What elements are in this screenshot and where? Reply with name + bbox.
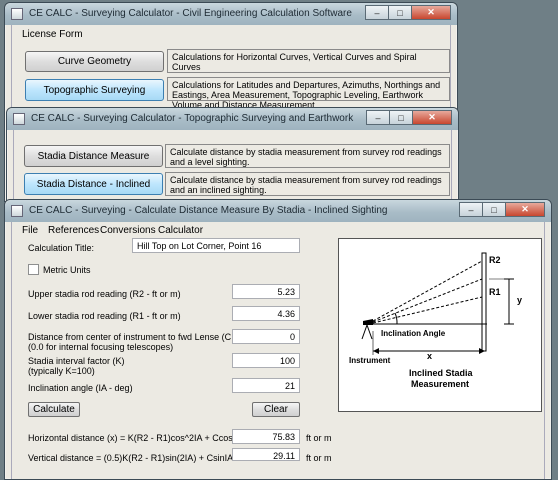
topo-window-title: CE CALC - Surveying Calculator - Topogra…	[31, 113, 354, 124]
stadia-window-title: CE CALC - Surveying - Calculate Distance…	[29, 205, 388, 216]
inclined-stadia-diagram: R2 R1 y Inclination Angle x Instrument I…	[338, 238, 542, 412]
maximize-icon[interactable]: □	[389, 110, 413, 125]
horizontal-distance-unit: ft or m	[306, 433, 332, 443]
metric-units-label: Metric Units	[43, 265, 91, 275]
stadia-titlebar[interactable]: CE CALC - Surveying - Calculate Distance…	[5, 200, 551, 222]
main-titlebar[interactable]: CE CALC - Surveying Calculator - Civil E…	[5, 3, 457, 25]
horizontal-distance-label: Horizontal distance (x) = K(R2 - R1)cos^…	[28, 433, 249, 443]
instrument-shape	[363, 319, 373, 325]
stadia-distance-inclined-description: Calculate distance by stadia measurement…	[165, 172, 450, 196]
diagram-instrument-label: Instrument	[349, 356, 391, 365]
diagram-r2-label: R2	[489, 255, 501, 265]
upper-rod-label: Upper stadia rod reading (R2 - ft or m)	[28, 289, 181, 299]
horizontal-distance-output: 75.83	[232, 429, 300, 444]
diagram-caption-line1: Inclined Stadia	[409, 368, 473, 378]
calc-title-label: Calculation Title:	[28, 243, 95, 253]
curve-geometry-description: Calculations for Horizontal Curves, Vert…	[167, 49, 450, 73]
close-icon[interactable]: ✕	[412, 110, 452, 125]
checkbox-icon[interactable]	[28, 264, 39, 275]
stadia-interval-label: Stadia interval factor (K)	[28, 356, 125, 366]
stadia-interval-input[interactable]: 100	[232, 353, 300, 368]
lower-rod-input[interactable]: 4.36	[232, 306, 300, 321]
app-icon	[13, 113, 25, 125]
stadia-pane: File References Conversions Calculator C…	[11, 222, 545, 479]
topographic-surveying-button[interactable]: Topographic Surveying	[25, 79, 164, 101]
menu-references[interactable]: References	[48, 225, 99, 236]
diagram-y-label: y	[517, 295, 523, 305]
diagram-caption-line2: Measurement	[411, 379, 470, 389]
diagram-angle-label: Inclination Angle	[381, 329, 446, 338]
distance-to-lens-input[interactable]: 0	[232, 329, 300, 344]
stadia-interval-note: (typically K=100)	[28, 366, 95, 376]
diagram-r1-label: R1	[489, 287, 501, 297]
distance-to-lens-note: (0.0 for internal focusing telescopes)	[28, 342, 174, 352]
instrument-tripod	[361, 324, 368, 340]
upper-rod-input[interactable]: 5.23	[232, 284, 300, 299]
vertical-distance-label: Vertical distance = (0.5)K(R2 - R1)sin(2…	[28, 453, 241, 463]
minimize-icon[interactable]: –	[366, 110, 390, 125]
menu-conversions[interactable]: Conversions	[100, 225, 156, 236]
menu-license-form[interactable]: License Form	[22, 29, 83, 40]
calculate-button[interactable]: Calculate	[28, 402, 80, 417]
minimize-icon[interactable]: –	[365, 5, 389, 20]
topo-titlebar[interactable]: CE CALC - Surveying Calculator - Topogra…	[7, 108, 458, 130]
inclination-angle-input[interactable]: 21	[232, 378, 300, 393]
close-icon[interactable]: ✕	[505, 202, 545, 217]
app-icon	[11, 8, 23, 20]
stadia-rod	[481, 252, 487, 352]
main-window-title: CE CALC - Surveying Calculator - Civil E…	[29, 8, 352, 19]
lower-rod-label: Lower stadia rod reading (R1 - ft or m)	[28, 311, 181, 321]
clear-button[interactable]: Clear	[252, 402, 300, 417]
menu-file[interactable]: File	[22, 225, 38, 236]
topographic-surveying-description: Calculations for Latitudes and Departure…	[167, 77, 450, 110]
minimize-icon[interactable]: –	[459, 202, 483, 217]
inclination-arc	[394, 312, 398, 325]
close-icon[interactable]: ✕	[411, 5, 451, 20]
calc-title-input[interactable]: Hill Top on Lot Corner, Point 16	[132, 238, 300, 253]
maximize-icon[interactable]: □	[482, 202, 506, 217]
app-icon	[11, 205, 23, 217]
stadia-distance-measure-button[interactable]: Stadia Distance Measure	[24, 145, 163, 167]
topo-window: CE CALC - Surveying Calculator - Topogra…	[6, 107, 459, 202]
topo-pane: Stadia Distance Measure Calculate distan…	[13, 130, 452, 201]
stadia-distance-inclined-button[interactable]: Stadia Distance - Inclined	[24, 173, 163, 195]
sight-line-r2	[372, 260, 483, 322]
stadia-distance-measure-description: Calculate distance by stadia measurement…	[165, 144, 450, 168]
stadia-window: CE CALC - Surveying - Calculate Distance…	[4, 199, 552, 480]
vertical-distance-unit: ft or m	[306, 453, 332, 463]
menu-calculator[interactable]: Calculator	[158, 225, 203, 236]
diagram-x-label: x	[427, 351, 433, 361]
vertical-distance-output: 29.11	[232, 448, 300, 461]
inclination-angle-label: Inclination angle (IA - deg)	[28, 383, 133, 393]
curve-geometry-button[interactable]: Curve Geometry	[25, 51, 164, 72]
maximize-icon[interactable]: □	[388, 5, 412, 20]
sight-line-r1	[372, 296, 483, 324]
